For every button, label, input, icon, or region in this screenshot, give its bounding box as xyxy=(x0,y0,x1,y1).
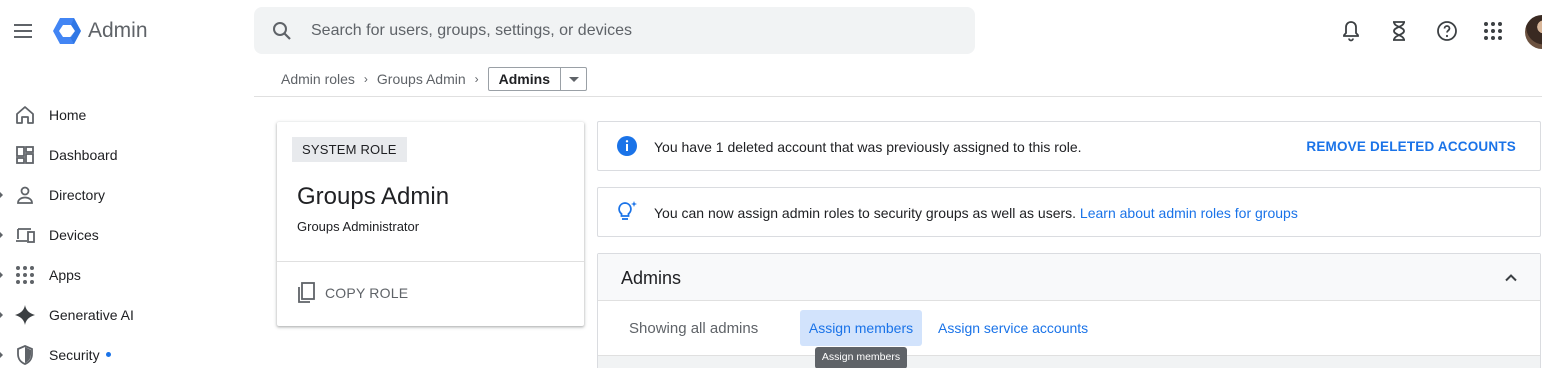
new-indicator-dot xyxy=(106,352,111,357)
sidebar-item-label: Apps xyxy=(49,267,81,283)
hourglass-icon[interactable] xyxy=(1387,19,1411,43)
shield-icon xyxy=(17,345,33,365)
expand-caret-icon[interactable] xyxy=(0,272,3,278)
role-card-divider xyxy=(277,261,584,262)
sidebar-item-label: Generative AI xyxy=(49,307,134,323)
assign-members-tooltip: Assign members xyxy=(815,347,907,368)
admin-logo-icon xyxy=(53,18,81,44)
home-icon xyxy=(16,106,34,124)
person-icon xyxy=(17,186,33,204)
groups-banner-text: You can now assign admin roles to securi… xyxy=(654,205,1077,221)
sidebar-item-label: Directory xyxy=(49,187,106,203)
chevron-right-icon: › xyxy=(474,72,479,86)
sidebar-item-devices[interactable]: Devices xyxy=(0,217,240,253)
info-icon xyxy=(617,136,637,156)
learn-about-admin-roles-link[interactable]: Learn about admin roles for groups xyxy=(1080,205,1298,221)
copy-role-label: COPY ROLE xyxy=(325,285,409,301)
search-input[interactable]: Search for users, groups, settings, or d… xyxy=(311,22,632,40)
dashboard-icon xyxy=(16,146,34,164)
remove-deleted-accounts-button[interactable]: REMOVE DELETED ACCOUNTS xyxy=(1306,139,1516,154)
app-name: Admin xyxy=(88,19,148,42)
search-bar[interactable]: Search for users, groups, settings, or d… xyxy=(254,7,975,54)
role-subtitle: Groups Administrator xyxy=(297,219,420,234)
expand-caret-icon[interactable] xyxy=(0,232,3,238)
admins-table-header xyxy=(598,355,1540,368)
expand-caret-icon[interactable] xyxy=(0,192,3,198)
sidebar-item-home[interactable]: Home xyxy=(0,97,240,133)
admins-panel-header[interactable]: Admins xyxy=(598,254,1540,301)
copy-role-button[interactable]: COPY ROLE xyxy=(295,281,408,305)
sidebar-item-dashboard[interactable]: Dashboard xyxy=(0,137,240,173)
assign-service-accounts-button[interactable]: Assign service accounts xyxy=(938,320,1088,336)
sidebar-item-generative-ai[interactable]: Generative AI xyxy=(0,297,240,333)
deleted-account-banner: You have 1 deleted account that was prev… xyxy=(597,121,1541,171)
admin-roles-groups-banner: You can now assign admin roles to securi… xyxy=(597,187,1541,237)
dropdown-arrow-icon[interactable] xyxy=(559,68,586,90)
admins-panel-title: Admins xyxy=(621,268,682,288)
system-role-chip: SYSTEM ROLE xyxy=(292,137,407,162)
apps-grid-icon xyxy=(16,266,34,284)
main-menu-button[interactable] xyxy=(11,19,35,43)
sidebar-item-label: Devices xyxy=(49,227,99,243)
sparkle-icon xyxy=(15,305,35,325)
help-icon[interactable] xyxy=(1435,19,1459,43)
lightbulb-icon xyxy=(618,201,637,220)
apps-launcher-icon[interactable] xyxy=(1481,19,1505,43)
notifications-bell-icon[interactable] xyxy=(1339,19,1363,43)
expand-caret-icon[interactable] xyxy=(0,312,3,318)
showing-all-admins-label: Showing all admins xyxy=(629,320,759,337)
role-card: SYSTEM ROLE Groups Admin Groups Administ… xyxy=(277,122,584,326)
copy-icon xyxy=(298,282,315,303)
chevron-right-icon: › xyxy=(363,72,368,86)
chevron-up-icon[interactable] xyxy=(1502,269,1520,287)
search-icon xyxy=(273,22,291,40)
sidebar-item-security[interactable]: Security xyxy=(0,337,240,368)
groups-banner-text-container: You can now assign admin roles to securi… xyxy=(654,205,1298,221)
devices-icon xyxy=(16,228,35,243)
sidebar-item-apps[interactable]: Apps xyxy=(0,257,240,293)
sidebar-item-label: Security xyxy=(49,347,100,363)
header-divider xyxy=(254,96,1542,97)
breadcrumb-admin-roles[interactable]: Admin roles xyxy=(281,71,355,87)
breadcrumb-groups-admin[interactable]: Groups Admin xyxy=(377,71,466,87)
expand-caret-icon[interactable] xyxy=(0,352,3,358)
breadcrumb: Admin roles › Groups Admin › Admins xyxy=(281,67,587,91)
sidebar-item-label: Dashboard xyxy=(49,147,118,163)
assign-members-button[interactable]: Assign members xyxy=(800,310,922,346)
admins-panel: Admins Showing all admins Assign members… xyxy=(597,253,1541,368)
role-title: Groups Admin xyxy=(297,183,450,210)
breadcrumb-current-dropdown[interactable]: Admins xyxy=(487,67,587,91)
sidebar-item-label: Home xyxy=(49,107,87,123)
breadcrumb-current: Admins xyxy=(498,71,550,87)
account-avatar[interactable] xyxy=(1525,15,1542,49)
deleted-account-text: You have 1 deleted account that was prev… xyxy=(654,139,1082,155)
sidebar-item-directory[interactable]: Directory xyxy=(0,177,240,213)
